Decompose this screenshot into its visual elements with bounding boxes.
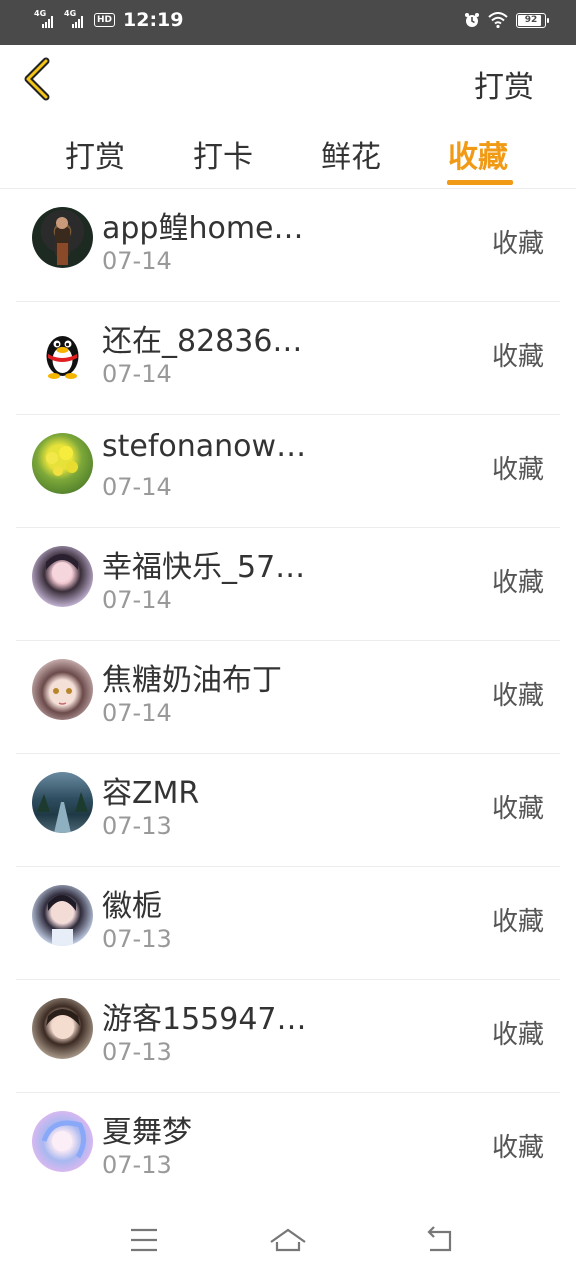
battery-level: 92 xyxy=(524,14,538,25)
date: 07-14 xyxy=(102,360,172,388)
battery-icon: 92 xyxy=(516,12,549,28)
signal-icon: 4G xyxy=(64,9,88,28)
user-name: stefonanow… xyxy=(102,429,307,464)
date: 07-14 xyxy=(102,473,172,501)
date: 07-13 xyxy=(102,1151,172,1179)
avatar[interactable] xyxy=(32,1111,93,1172)
list-item[interactable]: 幸福快乐_57… 07-14 收藏 xyxy=(16,528,560,641)
alarm-icon xyxy=(465,13,479,27)
date: 07-13 xyxy=(102,925,172,953)
status-bar: 4G 4G HD 12:19 92 xyxy=(0,0,576,45)
avatar[interactable] xyxy=(32,885,93,946)
avatar[interactable] xyxy=(32,772,93,833)
favorites-list: app鳇home… 07-14 收藏 还在_82836… 07-14 收藏 st… xyxy=(0,189,576,1206)
favorite-label: 收藏 xyxy=(491,229,544,259)
avatar[interactable] xyxy=(32,546,93,607)
list-item[interactable]: 游客155947… 07-13 收藏 xyxy=(16,980,560,1093)
back-chevron-icon[interactable] xyxy=(20,57,60,101)
active-tab-indicator xyxy=(447,180,513,185)
tab-reward[interactable]: 打赏 xyxy=(65,132,125,176)
avatar[interactable] xyxy=(32,433,93,494)
user-name: 徽栀 xyxy=(102,889,162,924)
home-icon[interactable] xyxy=(268,1220,308,1260)
list-item[interactable]: 焦糖奶油布丁 07-14 收藏 xyxy=(16,641,560,754)
avatar[interactable] xyxy=(32,320,93,381)
favorite-label: 收藏 xyxy=(491,907,544,937)
avatar[interactable] xyxy=(32,659,93,720)
tab-bar: 打赏 打卡 鲜花 收藏 xyxy=(0,120,576,189)
date: 07-14 xyxy=(102,247,172,275)
list-item[interactable]: 还在_82836… 07-14 收藏 xyxy=(16,302,560,415)
favorite-label: 收藏 xyxy=(491,568,544,598)
hd-voice-icon: HD xyxy=(94,13,116,27)
favorite-label: 收藏 xyxy=(491,1133,544,1163)
list-item[interactable]: stefonanow… 07-14 收藏 xyxy=(16,415,560,528)
favorite-label: 收藏 xyxy=(491,681,544,711)
favorite-label: 收藏 xyxy=(491,794,544,824)
tab-checkin[interactable]: 打卡 xyxy=(193,132,253,176)
avatar[interactable] xyxy=(32,207,93,268)
tab-favorites[interactable]: 收藏 xyxy=(448,132,508,176)
list-item[interactable]: 夏舞梦 07-13 收藏 xyxy=(16,1093,560,1206)
menu-icon[interactable] xyxy=(124,1220,164,1260)
clock: 12:19 xyxy=(123,9,184,31)
list-item[interactable]: app鳇home… 07-14 收藏 xyxy=(16,189,560,302)
date: 07-14 xyxy=(102,699,172,727)
user-name: 容ZMR xyxy=(102,776,200,811)
date: 07-13 xyxy=(102,1038,172,1066)
date: 07-14 xyxy=(102,586,172,614)
network-type-label: 4G xyxy=(34,9,47,18)
user-name: 夏舞梦 xyxy=(102,1115,192,1150)
system-nav-bar xyxy=(0,1200,576,1280)
status-left: 4G 4G HD 12:19 xyxy=(34,9,184,31)
user-name: 游客155947… xyxy=(102,1002,307,1037)
user-name: app鳇home… xyxy=(102,211,304,246)
status-right: 92 xyxy=(464,12,549,28)
user-name: 还在_82836… xyxy=(102,324,303,359)
tab-flowers[interactable]: 鲜花 xyxy=(321,132,381,176)
wifi-icon xyxy=(488,12,508,28)
user-name: 焦糖奶油布丁 xyxy=(102,663,282,698)
network-type-label: 4G xyxy=(64,9,77,18)
favorite-label: 收藏 xyxy=(491,455,544,485)
date: 07-13 xyxy=(102,812,172,840)
penguin-icon xyxy=(46,336,79,379)
favorite-label: 收藏 xyxy=(491,1020,544,1050)
back-icon[interactable] xyxy=(420,1220,460,1260)
list-item[interactable]: 徽栀 07-13 收藏 xyxy=(16,867,560,980)
favorite-label: 收藏 xyxy=(491,342,544,372)
user-name: 幸福快乐_57… xyxy=(102,550,306,585)
reward-button[interactable]: 打赏 xyxy=(474,62,534,106)
avatar[interactable] xyxy=(32,998,93,1059)
signal-icon: 4G xyxy=(34,9,58,28)
app-header: 打赏 xyxy=(0,45,576,115)
list-item[interactable]: 容ZMR 07-13 收藏 xyxy=(16,754,560,867)
